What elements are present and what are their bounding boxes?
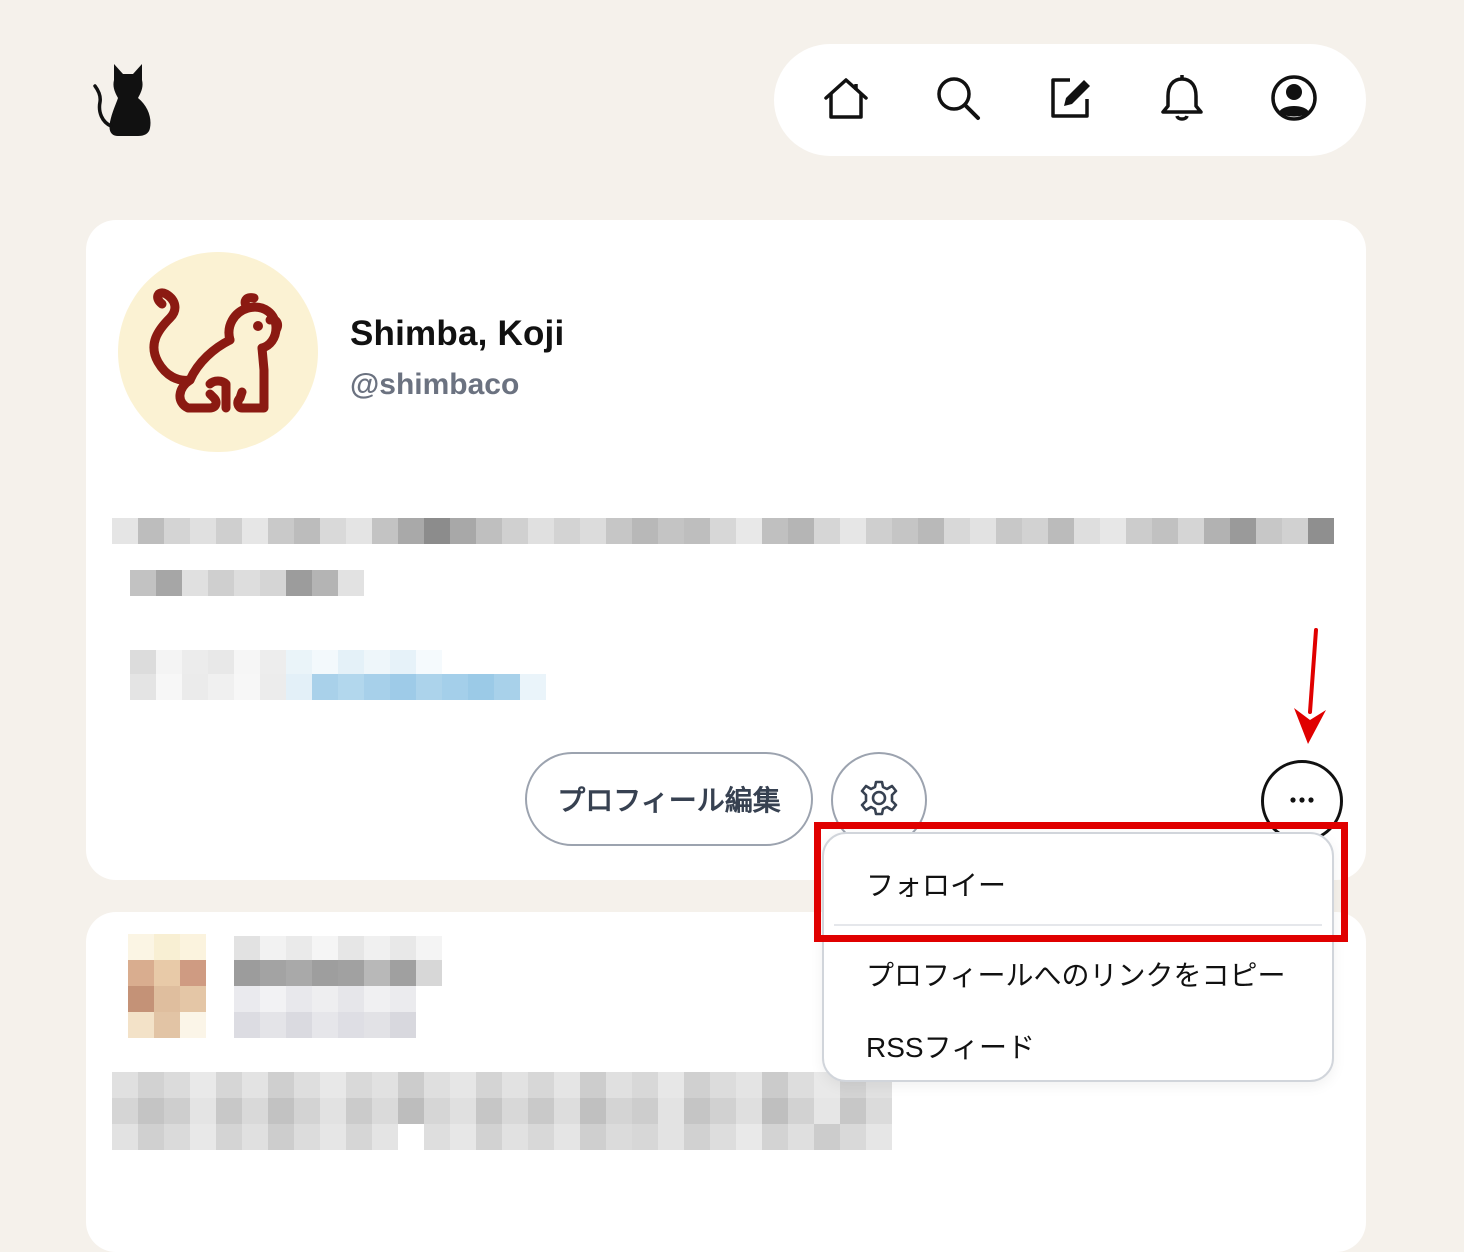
post-date-redacted — [234, 1012, 416, 1038]
nav-profile[interactable] — [1266, 72, 1322, 128]
top-nav — [774, 44, 1366, 156]
display-name: Shimba, Koji — [350, 314, 565, 353]
gear-icon — [859, 778, 899, 823]
nav-compose[interactable] — [1042, 72, 1098, 128]
bio-redacted-3 — [130, 650, 442, 676]
post-body-redacted-3 — [112, 1124, 892, 1150]
menu-item-followees[interactable]: フォロイー — [866, 864, 1006, 904]
post-body-redacted-2 — [112, 1098, 892, 1124]
edit-profile-button[interactable]: プロフィール編集 — [525, 752, 813, 846]
ellipsis-icon — [1287, 792, 1317, 810]
post-avatar-redacted[interactable] — [128, 934, 208, 1038]
cat-logo-icon[interactable] — [92, 62, 154, 140]
post-handle-redacted — [234, 986, 416, 1012]
profile-handle: @shimbaco — [350, 368, 520, 401]
more-options-menu: フォロイー プロフィールへのリンクをコピー RSSフィード — [822, 832, 1334, 1082]
nav-home[interactable] — [818, 72, 874, 128]
lion-icon — [118, 288, 318, 452]
search-icon — [932, 72, 984, 129]
profile-avatar[interactable] — [118, 252, 318, 452]
menu-item-copy-profile-link[interactable]: プロフィールへのリンクをコピー — [866, 954, 1285, 994]
more-options-button[interactable] — [1261, 760, 1343, 842]
compose-icon — [1044, 72, 1096, 129]
bio-link-redacted[interactable] — [130, 674, 546, 700]
nav-notifications[interactable] — [1154, 72, 1210, 128]
nav-search[interactable] — [930, 72, 986, 128]
post-author-name-redacted — [234, 960, 442, 986]
profile-card: Shimba, Koji @shimbaco プロフィール編集 — [86, 220, 1366, 880]
bell-icon — [1156, 72, 1208, 129]
menu-item-rss-feed[interactable]: RSSフィード — [866, 1026, 1035, 1066]
post-body-redacted — [112, 1072, 892, 1098]
user-circle-icon — [1268, 72, 1320, 129]
bio-redacted — [112, 518, 1334, 544]
menu-divider — [834, 924, 1322, 926]
post-author-redacted — [234, 936, 442, 962]
home-icon — [820, 72, 872, 129]
bio-redacted-2 — [130, 570, 364, 596]
annotation-arrow-icon — [1290, 628, 1330, 746]
